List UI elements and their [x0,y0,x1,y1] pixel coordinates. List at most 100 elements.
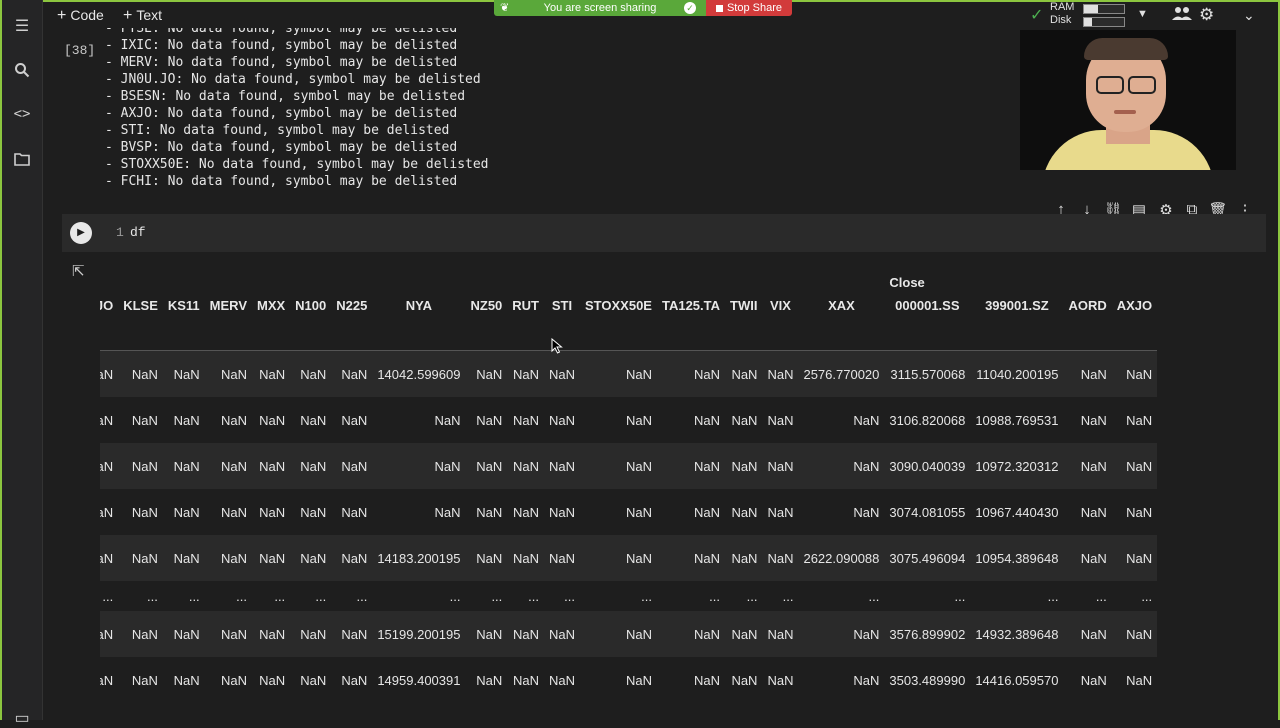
column-header[interactable]: KS11 [163,290,205,320]
table-cell: NaN [173,672,200,688]
table-cell: NaN [853,412,880,428]
table-cell: ... [331,581,373,611]
add-code-button[interactable]: + Code [57,7,104,25]
run-cell-button[interactable]: ▶ [70,222,92,244]
runtime-resources[interactable]: ✓ RAM Disk [1030,1,1150,29]
runtime-dropdown-icon[interactable]: ▼ [1137,8,1148,20]
table-cell: NaN [204,611,252,657]
table-cell: ... [372,581,466,611]
table-cell: ... [762,581,799,611]
table-cell: NaN [512,672,539,688]
log-line: - FCHI: No data found, symbol may be del… [105,174,458,189]
table-cell: NaN [580,350,657,397]
dataframe-output: Close J.JOKLSEKS11MERVMXXN100N225NYANZ50… [100,258,1266,720]
code-editor[interactable]: df [130,225,146,240]
column-header[interactable]: NYA [372,290,465,320]
table-cell: NaN [131,412,158,428]
column-group-header [1112,258,1157,290]
column-group-header [762,258,798,290]
files-folder-icon[interactable] [2,152,42,171]
column-header[interactable]: J.JO [100,290,118,320]
column-header[interactable]: TWII [725,290,762,320]
line-number: 1 [116,225,124,240]
column-header[interactable]: 399001.SZ [970,290,1063,320]
code-cell[interactable]: ▶ 1 df [62,214,1266,252]
table-cell: NaN [1063,350,1112,397]
column-header[interactable]: TA125.TA [657,290,725,320]
table-cell: ... [252,581,291,611]
table-of-contents-icon[interactable]: ☰ [2,16,42,36]
ram-label: RAM [1050,1,1075,13]
table-cell: NaN [476,672,503,688]
column-group-header: Close [889,275,925,290]
table-cell: NaN [762,535,799,581]
terminal-icon[interactable]: ▭ [2,708,42,728]
table-cell: NaN [694,672,721,688]
stop-share-button[interactable]: Stop Share [706,0,792,16]
table-cell: NaN [725,443,763,489]
index-header-spacer [204,320,252,351]
column-header[interactable]: KLSE [118,290,163,320]
column-header[interactable]: VIX [762,290,798,320]
column-header[interactable]: STOXX50E [580,290,657,320]
index-header-spacer [762,320,799,351]
table-cell: NaN [220,504,247,520]
table-cell: NaN [476,412,503,428]
output-actions-icon[interactable]: ⇱ [72,262,85,280]
collapse-chevron-icon[interactable]: ⌄ [1243,7,1255,24]
log-line: - JN0U.JO: No data found, symbol may be … [105,72,481,87]
table-cell: NaN [544,443,581,489]
column-header[interactable]: N225 [331,290,372,320]
table-cell: ... [970,581,1064,611]
column-header[interactable]: MERV [205,290,252,320]
index-header-spacer [331,320,373,351]
column-header[interactable]: MXX [252,290,290,320]
table-cell: NaN [259,412,286,428]
table-cell: NaN [252,535,291,581]
shield-check-icon: ✓ [684,2,696,14]
table-row: NaN NaN NaN NaN NaN NaN NaN 14959.400391 NaN NaN N… [100,657,1157,703]
table-cell: NaN [544,350,581,397]
table-cell: NaN [204,350,252,397]
column-header[interactable]: N100 [290,290,331,320]
table-cell: 2622.090088 [798,535,885,581]
column-group-header [1063,258,1111,290]
table-cell: NaN [767,412,794,428]
table-cell: NaN [1111,535,1158,581]
table-cell: NaN [204,443,252,489]
table-cell: NaN [434,412,461,428]
dataframe-table: Close J.JOKLSEKS11MERVMXXN100N225NYANZ50… [100,258,1158,703]
share-people-icon[interactable] [1172,5,1192,26]
table-cell: NaN [1080,672,1107,688]
disk-label: Disk [1050,14,1072,26]
table-cell: NaN [1063,611,1112,657]
execution-count: [38] [64,43,96,58]
table-cell: NaN [118,535,163,581]
table-cell: NaN [341,672,368,688]
column-header[interactable]: RUT [507,290,544,320]
table-cell: NaN [1080,412,1107,428]
column-header[interactable]: AORD [1063,290,1111,320]
table-cell: 10967.440430 [975,504,1059,520]
presenter-mouth [1114,110,1136,114]
index-header-spacer [1063,320,1112,351]
table-cell: NaN [300,504,327,520]
add-text-button[interactable]: + Text [123,7,162,25]
column-header[interactable]: NZ50 [465,290,507,320]
table-cell: 10954.389648 [970,535,1064,581]
settings-gear-icon[interactable]: ⚙ [1199,5,1214,25]
column-header[interactable]: XAX [798,290,884,320]
code-snippets-icon[interactable]: <> [2,106,42,122]
column-header[interactable]: AXJO [1112,290,1157,320]
search-icon[interactable] [2,62,42,83]
index-header-spacer [970,320,1064,351]
table-cell: NaN [1063,443,1112,489]
column-header[interactable]: 000001.SS [884,290,970,320]
column-header[interactable]: STI [544,290,580,320]
column-group-header [290,258,331,290]
table-cell: 10988.769531 [975,412,1059,428]
index-header-spacer [507,320,544,351]
table-cell: NaN [767,504,794,520]
column-group-header [970,258,1063,290]
presenter-glasses-left [1096,76,1124,94]
